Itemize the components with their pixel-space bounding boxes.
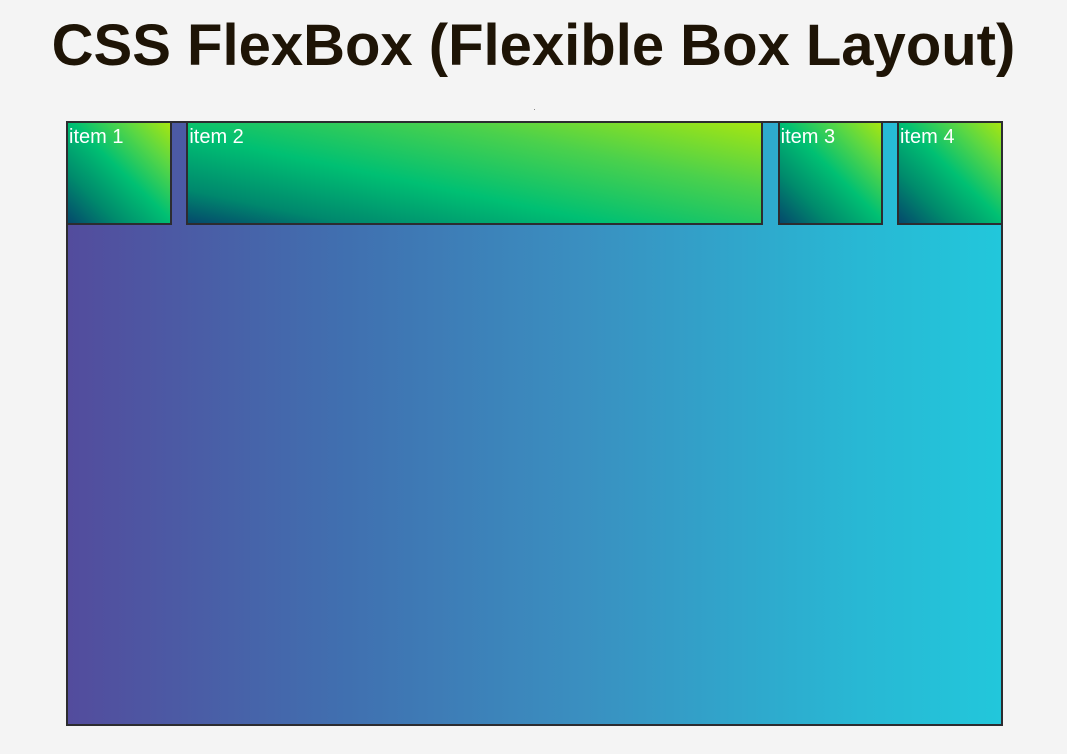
flex-item-2: item 2: [186, 121, 764, 225]
flex-item-4: item 4: [896, 121, 1003, 225]
flex-item-1: item 1: [66, 121, 172, 225]
page-title: CSS FlexBox (Flexible Box Layout): [51, 13, 1016, 78]
flex-container: item 1 item 2 item 3 item 4: [66, 121, 1003, 726]
stray-dot: [534, 109, 535, 110]
flex-item-3: item 3: [777, 121, 883, 225]
